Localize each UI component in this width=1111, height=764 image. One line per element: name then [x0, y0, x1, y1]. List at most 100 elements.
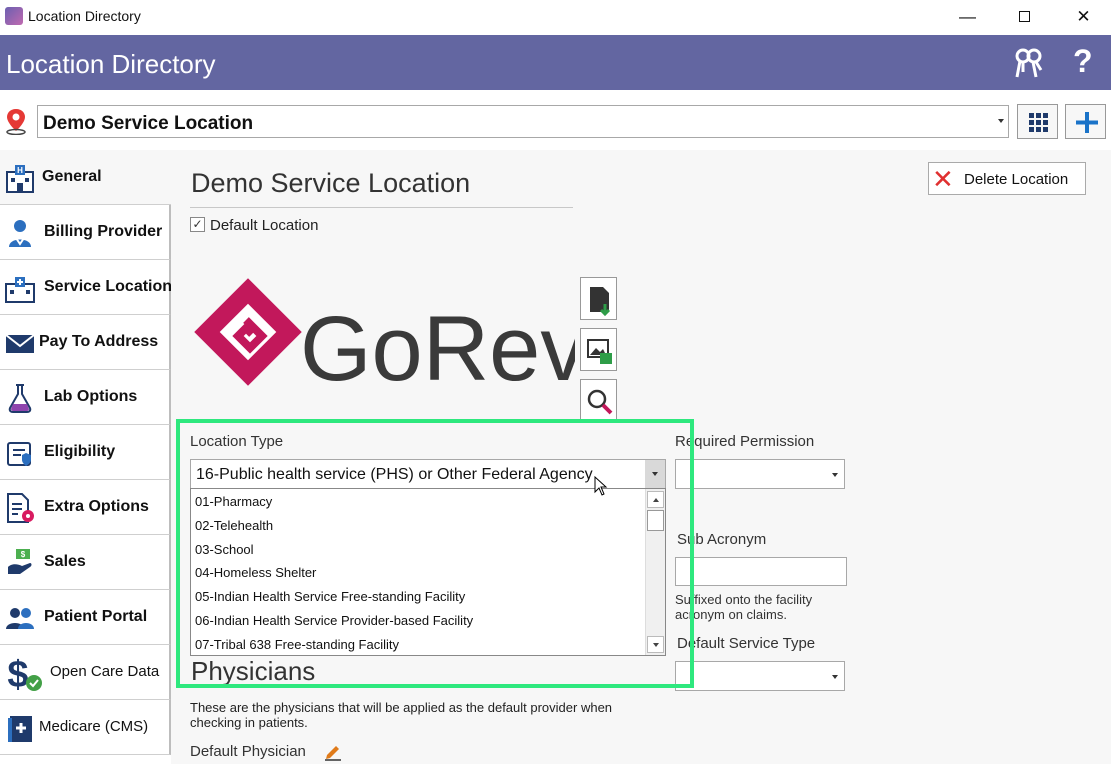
scroll-down-button[interactable] — [647, 636, 664, 653]
sidebar: H General Billing Provider Service Locat… — [0, 150, 172, 764]
physicians-description: These are the physicians that will be ap… — [190, 700, 613, 730]
sidebar-item-pay-to-address[interactable]: Pay To Address — [0, 315, 171, 370]
page-title: Demo Service Location — [191, 168, 471, 198]
app-icon — [5, 7, 23, 25]
hospital-building-icon: H — [6, 165, 34, 193]
title-divider — [190, 207, 573, 208]
physicians-heading: Physicians — [191, 656, 316, 686]
default-location-label: Default Location — [210, 217, 319, 234]
dropdown-scrollbar[interactable] — [645, 489, 665, 655]
import-logo-button[interactable] — [580, 277, 617, 320]
sidebar-item-label: Eligibility — [44, 443, 116, 460]
shield-check-icon — [7, 442, 31, 466]
dropdown-option[interactable]: 06-Indian Health Service Provider-based … — [195, 613, 473, 628]
sidebar-item-label: Patient Portal — [44, 608, 148, 625]
close-icon: ✕ — [932, 164, 954, 194]
sidebar-item-label: Pay To Address — [39, 333, 159, 350]
delete-location-label: Delete Location — [964, 171, 1069, 188]
sidebar-item-label: Lab Options — [44, 388, 138, 405]
sidebar-item-label: General — [42, 168, 102, 185]
default-location-checkbox[interactable]: ✓ — [190, 217, 205, 232]
sidebar-item-label: Extra Options — [44, 498, 149, 515]
required-permission-select[interactable] — [675, 459, 845, 489]
sidebar-item-open-care-data[interactable]: $ Open Care Data — [0, 645, 171, 700]
sidebar-item-patient-portal[interactable]: Patient Portal — [0, 590, 171, 645]
location-type-dropdown-list: 01-Pharmacy 02-Telehealth 03-School 04-H… — [190, 488, 666, 656]
help-icon[interactable]: ? — [1073, 43, 1093, 80]
close-button[interactable]: ✕ — [1056, 0, 1111, 33]
sidebar-item-label: Sales — [44, 553, 86, 570]
sidebar-item-service-location[interactable]: Service Location — [0, 260, 172, 315]
chevron-up-icon — [653, 498, 659, 502]
dropdown-option[interactable]: 02-Telehealth — [195, 518, 273, 533]
window-titlebar: Location Directory — ✕ — [0, 0, 1111, 35]
chevron-down-icon — [832, 675, 838, 679]
sidebar-item-general[interactable]: H General — [0, 150, 171, 205]
grid-icon — [1029, 113, 1048, 132]
sub-acronym-label: Sub Acronym — [677, 531, 767, 548]
default-service-type-select[interactable] — [675, 661, 845, 691]
dropdown-option[interactable]: 05-Indian Health Service Free-standing F… — [195, 589, 465, 604]
file-download-icon — [590, 287, 611, 317]
sidebar-item-eligibility[interactable]: Eligibility — [0, 425, 171, 480]
sub-acronym-input[interactable] — [675, 557, 847, 586]
sidebar-item-billing-provider[interactable]: Billing Provider — [0, 205, 171, 260]
app-header: Location Directory ? — [0, 35, 1111, 90]
header-title: Location Directory — [6, 49, 216, 79]
svg-text:$: $ — [7, 654, 28, 693]
location-select[interactable]: Demo Service Location — [37, 105, 1009, 138]
chevron-down-icon — [832, 473, 838, 477]
window-title: Location Directory — [28, 8, 141, 24]
sidebar-item-extra-options[interactable]: Extra Options — [0, 480, 171, 535]
sidebar-item-medicare-cms[interactable]: Medicare (CMS) — [0, 700, 171, 755]
default-physician-label: Default Physician — [190, 743, 306, 760]
location-type-dropdown-button[interactable] — [645, 460, 665, 488]
mouse-cursor-icon — [594, 476, 608, 496]
map-pin-icon — [6, 109, 26, 135]
save-image-button[interactable] — [580, 328, 617, 371]
scroll-up-button[interactable] — [647, 491, 664, 508]
dollar-sign-icon: $ — [7, 654, 42, 693]
required-permission-label: Required Permission — [675, 433, 815, 450]
clinic-icon — [5, 277, 35, 303]
location-type-label: Location Type — [190, 433, 284, 450]
maximize-button[interactable] — [997, 0, 1052, 33]
chevron-down-icon — [653, 643, 659, 647]
image-save-icon — [587, 339, 612, 364]
scroll-thumb[interactable] — [647, 510, 664, 531]
add-location-button[interactable] — [1065, 104, 1106, 139]
maximize-icon — [1019, 11, 1030, 22]
zoom-image-button[interactable] — [580, 379, 617, 422]
logo-text: GoRev — [300, 298, 575, 390]
money-hand-icon: $ — [8, 549, 32, 574]
envelope-icon — [5, 334, 35, 353]
keys-icon[interactable] — [1012, 46, 1046, 80]
delete-location-button[interactable]: ✕ Delete Location — [928, 162, 1086, 195]
sidebar-item-sales[interactable]: $ Sales — [0, 535, 171, 590]
location-select-value: Demo Service Location — [43, 113, 254, 134]
svg-text:H: H — [17, 166, 23, 175]
sidebar-item-label: Billing Provider — [44, 223, 163, 240]
chevron-down-icon — [652, 472, 658, 476]
default-service-type-label: Default Service Type — [677, 635, 816, 652]
sidebar-item-label: Medicare (CMS) — [39, 718, 149, 735]
sub-acronym-help: Suffixed onto the facility acronym on cl… — [675, 592, 813, 622]
medicare-book-icon — [8, 716, 32, 742]
flask-icon — [8, 384, 32, 413]
chevron-down-icon — [998, 119, 1004, 123]
dropdown-option[interactable]: 01-Pharmacy — [195, 494, 272, 509]
sidebar-item-lab-options[interactable]: Lab Options — [0, 370, 171, 425]
dropdown-option[interactable]: 07-Tribal 638 Free-standing Facility — [195, 637, 399, 652]
pencil-edit-icon[interactable] — [323, 741, 343, 761]
users-icon — [6, 608, 34, 629]
dropdown-option[interactable]: 04-Homeless Shelter — [195, 565, 316, 580]
minimize-button[interactable]: — — [940, 0, 995, 33]
document-gear-icon — [7, 493, 34, 523]
grid-view-button[interactable] — [1017, 104, 1058, 139]
doctor-icon — [9, 220, 31, 247]
location-type-value: 16-Public health service (PHS) or Other … — [196, 466, 593, 483]
sidebar-item-label: Open Care Data — [50, 663, 160, 680]
gorev-logo: GoRev — [194, 278, 575, 390]
svg-text:$: $ — [21, 550, 26, 559]
dropdown-option[interactable]: 03-School — [195, 542, 254, 557]
